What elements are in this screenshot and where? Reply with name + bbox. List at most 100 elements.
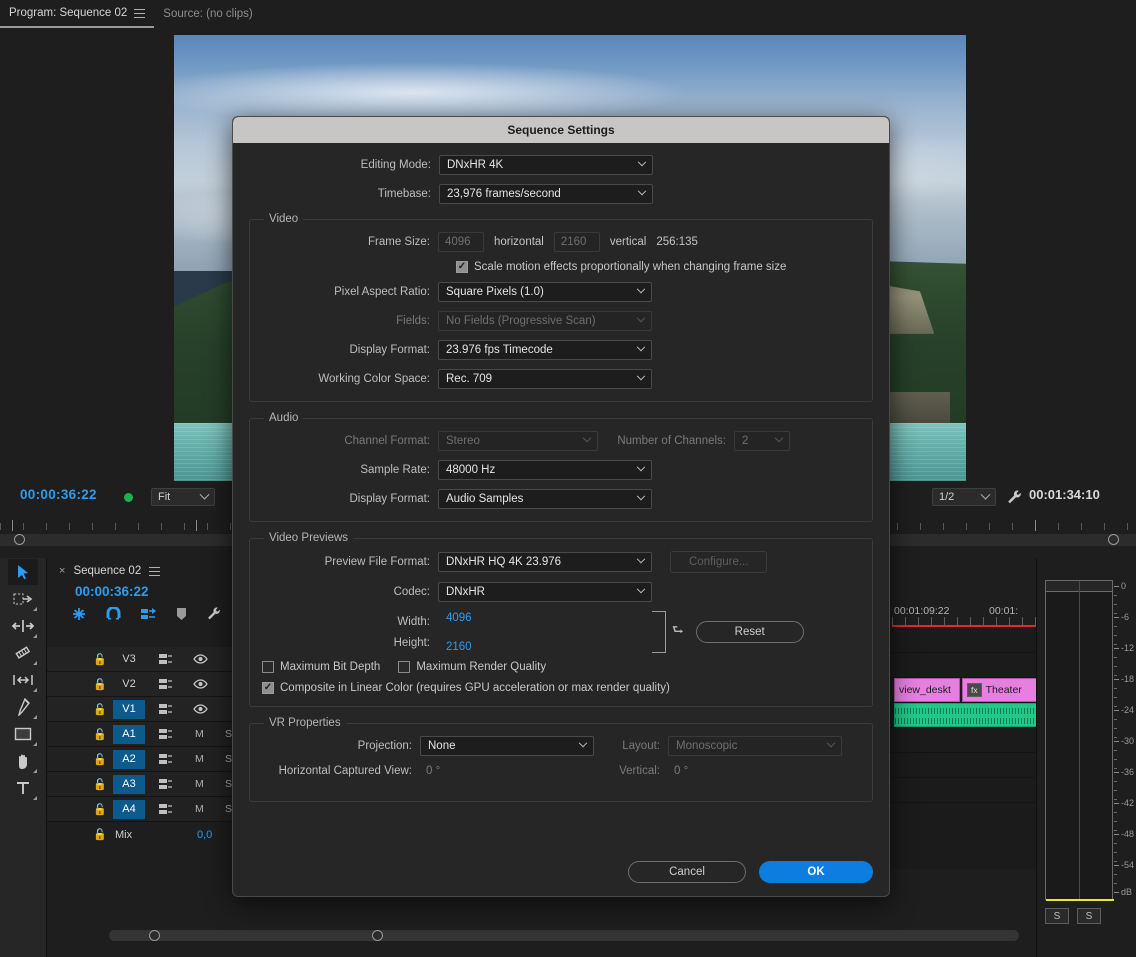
solo-button-a1[interactable]: S bbox=[225, 728, 232, 740]
scale-label: -24 bbox=[1121, 705, 1135, 715]
audio-meters-panel: 0 -6 -12 -18 -24 -30 -36 -42 -48 -54 dB … bbox=[1036, 558, 1136, 957]
track-name-v2[interactable]: V2 bbox=[113, 675, 145, 694]
working-color-space-select[interactable]: Rec. 709 bbox=[438, 369, 652, 389]
channel-format-label: Channel Format: bbox=[344, 435, 430, 447]
editing-mode-select[interactable]: DNxHR 4K bbox=[439, 155, 653, 175]
eye-icon[interactable] bbox=[193, 679, 208, 689]
linked-selection-icon[interactable] bbox=[140, 607, 157, 621]
audio-meter-zero-line bbox=[1046, 899, 1114, 901]
sync-lock-icon[interactable] bbox=[159, 728, 173, 740]
mute-button-a2[interactable]: M bbox=[195, 753, 204, 765]
playback-resolution-select[interactable]: 1/2 bbox=[932, 488, 996, 506]
solo-button-a4[interactable]: S bbox=[225, 803, 232, 815]
timeline-horizontal-scrollbar[interactable] bbox=[109, 930, 1019, 941]
timeline-hscroll-left-handle[interactable] bbox=[149, 930, 160, 941]
track-name-a2[interactable]: A2 bbox=[113, 749, 145, 769]
maximum-bit-depth-checkbox[interactable] bbox=[262, 661, 274, 673]
sync-lock-icon[interactable] bbox=[159, 678, 173, 690]
wrench-icon[interactable] bbox=[1006, 489, 1022, 505]
video-display-format-select[interactable]: 23.976 fps Timecode bbox=[438, 340, 652, 360]
scrubbar-left-handle[interactable] bbox=[14, 534, 25, 545]
track-name-v3[interactable]: V3 bbox=[113, 650, 145, 669]
tab-program-monitor[interactable]: Program: Sequence 02 bbox=[0, 1, 155, 28]
mute-button-a1[interactable]: M bbox=[195, 728, 204, 740]
audio-meter-display[interactable] bbox=[1045, 580, 1113, 900]
ok-button[interactable]: OK bbox=[759, 861, 873, 883]
add-marker-icon[interactable] bbox=[176, 607, 187, 621]
lock-icon[interactable]: 🔓 bbox=[93, 653, 107, 666]
eye-icon[interactable] bbox=[193, 704, 208, 714]
chevron-down-icon bbox=[636, 313, 646, 323]
track-name-a1[interactable]: A1 bbox=[113, 724, 145, 744]
pixel-aspect-ratio-select[interactable]: Square Pixels (1.0) bbox=[438, 282, 652, 302]
preview-height-value[interactable]: 2160 bbox=[446, 641, 652, 653]
audio-display-format-label: Display Format: bbox=[349, 493, 430, 505]
zoom-level-select[interactable]: Fit bbox=[151, 488, 215, 506]
sync-lock-icon[interactable] bbox=[159, 803, 173, 815]
timeline-playhead-timecode[interactable]: 00:00:36:22 bbox=[75, 584, 149, 599]
program-current-timecode[interactable]: 00:00:36:22 bbox=[20, 487, 97, 502]
timeline-clip-audio[interactable] bbox=[894, 703, 1052, 727]
composite-linear-color-checkbox[interactable] bbox=[262, 682, 274, 694]
selection-tool[interactable] bbox=[8, 559, 38, 585]
solo-button-a2[interactable]: S bbox=[225, 753, 232, 765]
pen-tool[interactable] bbox=[8, 694, 38, 720]
hamburger-menu-icon[interactable] bbox=[134, 8, 146, 18]
sync-lock-icon[interactable] bbox=[159, 703, 173, 715]
type-tool[interactable] bbox=[8, 775, 38, 801]
track-name-a4[interactable]: A4 bbox=[113, 799, 145, 819]
hand-tool[interactable] bbox=[8, 748, 38, 774]
timebase-select[interactable]: 23,976 frames/second bbox=[439, 184, 653, 204]
preview-file-format-select[interactable]: DNxHR HQ 4K 23.976 bbox=[438, 552, 652, 572]
timeline-clip-video[interactable]: view_deskt bbox=[894, 678, 960, 702]
reset-button[interactable]: Reset bbox=[695, 621, 804, 643]
sample-rate-select[interactable]: 48000 Hz bbox=[438, 460, 652, 480]
timeline-settings-wrench-icon[interactable] bbox=[206, 606, 221, 621]
chevron-down-icon bbox=[980, 489, 991, 500]
sync-lock-icon[interactable] bbox=[159, 753, 173, 765]
codec-select[interactable]: DNxHR bbox=[438, 582, 652, 602]
rectangle-tool[interactable] bbox=[8, 721, 38, 747]
lock-icon[interactable]: 🔓 bbox=[93, 778, 107, 791]
solo-button-a3[interactable]: S bbox=[225, 778, 232, 790]
eye-icon[interactable] bbox=[193, 654, 208, 664]
track-name-a3[interactable]: A3 bbox=[113, 774, 145, 794]
maximum-render-quality-checkbox[interactable] bbox=[398, 661, 411, 673]
track-name-v1[interactable]: V1 bbox=[113, 699, 145, 719]
timeline-tab-label[interactable]: Sequence 02 bbox=[73, 565, 141, 577]
ripple-edit-tool[interactable] bbox=[8, 613, 38, 639]
lock-icon[interactable]: 🔓 bbox=[93, 803, 107, 816]
mute-button-a3[interactable]: M bbox=[195, 778, 204, 790]
tab-source-monitor[interactable]: Source: (no clips) bbox=[154, 1, 261, 28]
insert-overwrite-sequence-icon[interactable] bbox=[71, 607, 87, 621]
sync-lock-icon[interactable] bbox=[159, 778, 173, 790]
lock-icon[interactable]: 🔓 bbox=[93, 728, 107, 741]
lock-icon[interactable]: 🔓 bbox=[93, 753, 107, 766]
snap-magnet-icon[interactable] bbox=[106, 606, 121, 621]
razor-tool[interactable] bbox=[8, 640, 38, 666]
mix-level-value[interactable]: 0,0 bbox=[197, 829, 212, 841]
scale-label: -12 bbox=[1121, 643, 1135, 653]
slip-tool[interactable] bbox=[8, 667, 38, 693]
working-color-space-value: Rec. 709 bbox=[446, 373, 493, 385]
scale-motion-checkbox[interactable] bbox=[456, 261, 468, 273]
close-icon[interactable]: × bbox=[59, 565, 65, 577]
solo-button-right[interactable]: S bbox=[1077, 908, 1101, 924]
scrubbar-right-handle[interactable] bbox=[1108, 534, 1119, 545]
hamburger-menu-icon[interactable] bbox=[149, 566, 161, 576]
solo-button-left[interactable]: S bbox=[1045, 908, 1069, 924]
track-select-forward-tool[interactable] bbox=[8, 586, 38, 612]
cancel-button[interactable]: Cancel bbox=[628, 861, 746, 883]
preview-width-value[interactable]: 4096 bbox=[446, 612, 652, 624]
sync-lock-icon[interactable] bbox=[159, 653, 173, 665]
timeline-hscroll-right-handle[interactable] bbox=[372, 930, 383, 941]
mute-button-a4[interactable]: M bbox=[195, 803, 204, 815]
lock-icon[interactable]: 🔓 bbox=[93, 678, 107, 691]
lock-icon[interactable]: 🔓 bbox=[93, 703, 107, 716]
lock-icon[interactable]: 🔓 bbox=[93, 828, 107, 841]
dimension-link-bracket bbox=[652, 611, 666, 653]
audio-display-format-select[interactable]: Audio Samples bbox=[438, 489, 652, 509]
projection-select[interactable]: None bbox=[420, 736, 594, 756]
chevron-down-icon bbox=[637, 186, 647, 196]
chain-link-icon[interactable]: ⮑ bbox=[672, 621, 684, 643]
